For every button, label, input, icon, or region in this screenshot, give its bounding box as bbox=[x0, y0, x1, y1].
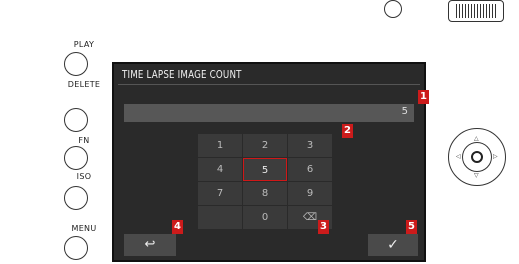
up-arrow-icon[interactable]: △ bbox=[474, 136, 479, 142]
key-4[interactable]: 4 bbox=[198, 158, 242, 181]
image-count-value: 5 bbox=[401, 106, 408, 117]
callout-5: 5 bbox=[406, 220, 417, 234]
play-button[interactable] bbox=[64, 52, 88, 76]
delete-label: DELETE bbox=[67, 80, 101, 89]
menu-label: MENU bbox=[71, 224, 97, 233]
callout-4: 4 bbox=[172, 220, 183, 234]
key-2[interactable]: 2 bbox=[243, 134, 287, 157]
numeric-keypad: 1 2 3 4 5 6 7 8 9 0 ⌫ bbox=[198, 134, 332, 229]
right-arrow-icon[interactable]: ▷ bbox=[493, 154, 498, 160]
callout-1: 1 bbox=[418, 90, 429, 104]
left-arrow-icon[interactable]: ◁ bbox=[456, 154, 461, 160]
key-0[interactable]: 0 bbox=[243, 206, 287, 229]
delete-button[interactable] bbox=[64, 108, 88, 132]
down-arrow-icon[interactable]: ▽ bbox=[474, 173, 479, 179]
key-6[interactable]: 6 bbox=[288, 158, 332, 181]
image-count-field[interactable]: 5 bbox=[124, 104, 414, 122]
menu-button[interactable] bbox=[64, 236, 88, 260]
callout-2: 2 bbox=[342, 124, 353, 138]
thumbwheel[interactable] bbox=[448, 0, 504, 22]
key-3[interactable]: 3 bbox=[288, 134, 332, 157]
title-divider bbox=[118, 84, 420, 85]
key-5-selected[interactable]: 5 bbox=[243, 158, 287, 181]
top-dial-button[interactable] bbox=[384, 0, 402, 18]
iso-label: ISO bbox=[76, 172, 92, 181]
key-9[interactable]: 9 bbox=[288, 182, 332, 205]
callout-3: 3 bbox=[318, 220, 329, 234]
key-blank bbox=[198, 206, 242, 229]
iso-button[interactable] bbox=[64, 186, 88, 210]
screen-title: TIME LAPSE IMAGE COUNT bbox=[122, 68, 242, 81]
play-label: PLAY bbox=[73, 40, 95, 49]
camera-screen: TIME LAPSE IMAGE COUNT 5 1 2 3 4 5 6 7 8… bbox=[112, 62, 429, 262]
confirm-button[interactable]: ✓ bbox=[368, 234, 418, 256]
directional-pad[interactable]: △ ▽ ◁ ▷ bbox=[448, 128, 506, 186]
back-button[interactable]: ↩ bbox=[124, 234, 176, 256]
key-7[interactable]: 7 bbox=[198, 182, 242, 205]
key-1[interactable]: 1 bbox=[198, 134, 242, 157]
key-8[interactable]: 8 bbox=[243, 182, 287, 205]
fn-button[interactable] bbox=[64, 146, 88, 170]
fn-label: FN bbox=[78, 136, 90, 145]
center-button[interactable] bbox=[471, 151, 483, 163]
